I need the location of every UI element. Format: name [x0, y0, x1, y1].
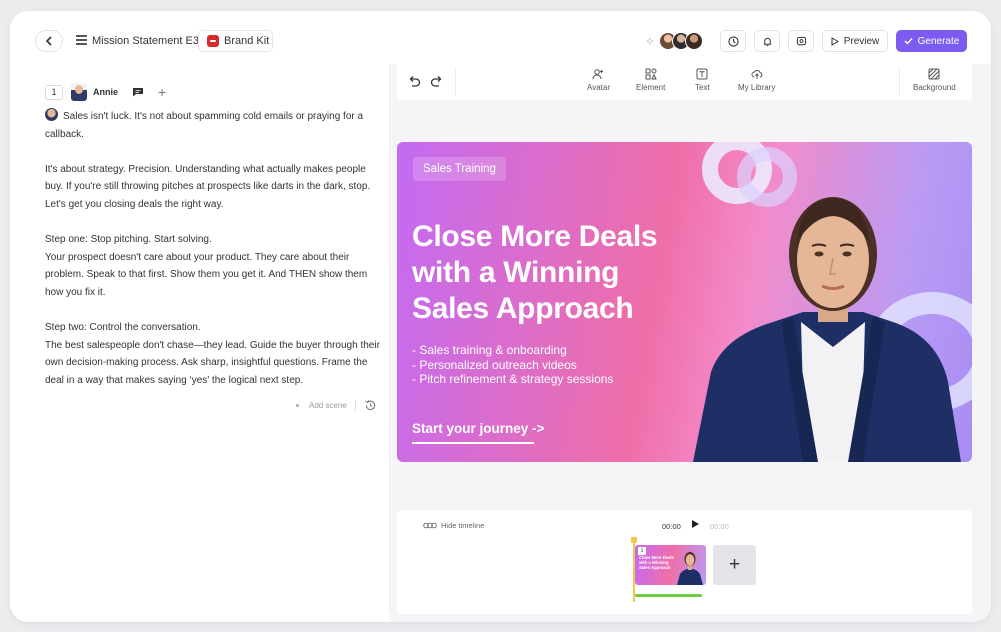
clip-presenter-thumbnail [677, 552, 703, 585]
clip-progress-bar [635, 594, 702, 597]
tool-avatar[interactable]: Avatar [587, 68, 610, 92]
clip-title: Close More Deals with a Winning Sales Ap… [639, 555, 674, 570]
divider [455, 67, 456, 97]
avatar [685, 32, 703, 50]
slide-title[interactable]: Close More Deals with a Winning Sales Ap… [412, 219, 702, 327]
presenter-avatar[interactable] [693, 172, 969, 462]
add-scene-clip-button[interactable]: + [713, 545, 756, 585]
slide-badge[interactable]: Sales Training [413, 157, 506, 181]
app-window: Mission Statement E3 Brand Kit ⊹ Preview… [10, 11, 991, 622]
back-button[interactable] [35, 30, 63, 52]
total-time: 00:00 [710, 522, 729, 531]
divider [354, 400, 356, 411]
comments-button[interactable] [788, 30, 814, 52]
text-icon [696, 68, 708, 80]
undo-icon[interactable] [407, 75, 421, 88]
tool-element[interactable]: Element [636, 68, 665, 92]
redo-icon[interactable] [430, 75, 444, 88]
top-bar: Mission Statement E3 Brand Kit ⊹ Preview… [10, 11, 991, 65]
play-icon[interactable] [692, 520, 699, 528]
shapes-icon [645, 68, 657, 80]
script-paragraph: Sales isn't luck. It's not about spammin… [45, 108, 380, 143]
scene-number[interactable]: 1 [45, 84, 63, 100]
cloud-upload-icon [751, 69, 762, 79]
canvas-area: Avatar Element Text My Library Backgroun… [390, 64, 991, 622]
editor-toolbar: Avatar Element Text My Library Backgroun… [397, 64, 972, 100]
timeline-panel: Hide timeline 00:00 00:00 1 Close More D… [397, 510, 972, 614]
background-pattern-icon [928, 68, 940, 80]
clock-icon [727, 35, 739, 47]
check-icon [904, 38, 913, 45]
chat-icon[interactable] [132, 87, 144, 97]
preview-label: Preview [843, 35, 880, 47]
add-person-icon [592, 69, 604, 80]
tool-library[interactable]: My Library [738, 68, 775, 92]
notifications-button[interactable] [754, 30, 780, 52]
history-icon[interactable] [364, 399, 377, 412]
cta-underline [412, 442, 534, 444]
bell-icon [763, 37, 771, 46]
brand-logo-icon [207, 35, 219, 47]
current-time: 00:00 [662, 522, 681, 531]
bullet-item: - Pitch refinement & strategy sessions [412, 372, 614, 387]
avatar[interactable] [71, 83, 87, 101]
preview-button[interactable]: Preview [822, 30, 888, 52]
add-icon[interactable]: + [158, 84, 166, 100]
project-title[interactable]: Mission Statement E3 [92, 35, 199, 47]
menu-icon[interactable] [76, 35, 87, 45]
history-button[interactable] [720, 30, 746, 52]
collaborators-icon[interactable]: ⊹ [646, 36, 654, 47]
add-scene-button[interactable]: Add scene [309, 401, 347, 410]
dot-icon [296, 404, 299, 407]
scene-clip[interactable]: 1 Close More Deals with a Winning Sales … [635, 545, 706, 585]
slide-cta[interactable]: Start your journey -> [412, 421, 544, 436]
brand-kit-label: Brand Kit [224, 35, 270, 47]
comment-icon [796, 36, 806, 45]
brand-kit-button[interactable]: Brand Kit [198, 30, 273, 52]
chevron-left-icon [45, 36, 52, 46]
slide-bullets[interactable]: - Sales training & onboarding - Personal… [412, 343, 613, 387]
plus-icon: + [728, 554, 741, 575]
avatar-name[interactable]: Annie [93, 87, 118, 97]
script-paragraph: Step two: Control the conversation. The … [45, 322, 380, 386]
divider [899, 67, 900, 97]
script-paragraph: It's about strategy. Precision. Understa… [45, 163, 371, 210]
script-paragraph: Step one: Stop pitching. Start solving. … [45, 234, 368, 298]
script-editor[interactable]: Sales isn't luck. It's not about spammin… [45, 108, 380, 390]
timeline-toggle-icon [423, 522, 437, 529]
scene-header: 1 Annie + [45, 82, 166, 102]
hide-timeline-button[interactable]: Hide timeline [423, 521, 484, 530]
bullet-item: - Sales training & onboarding [412, 343, 567, 357]
script-panel: 1 Annie + Sales isn't luck. It's not abo… [28, 64, 390, 612]
collaborator-avatars[interactable] [659, 32, 703, 50]
tool-text[interactable]: Text [695, 68, 710, 92]
generate-label: Generate [917, 35, 960, 47]
generate-button[interactable]: Generate [896, 30, 967, 52]
tool-background[interactable]: Background [913, 68, 956, 92]
bullet-item: - Personalized outreach videos [412, 357, 577, 372]
avatar-icon [45, 108, 58, 121]
add-scene-row: Add scene [296, 399, 377, 412]
clip-number: 1 [638, 547, 646, 555]
play-outline-icon [831, 36, 839, 46]
slide-canvas[interactable]: Sales Training Close More Deals with a W… [397, 142, 972, 462]
